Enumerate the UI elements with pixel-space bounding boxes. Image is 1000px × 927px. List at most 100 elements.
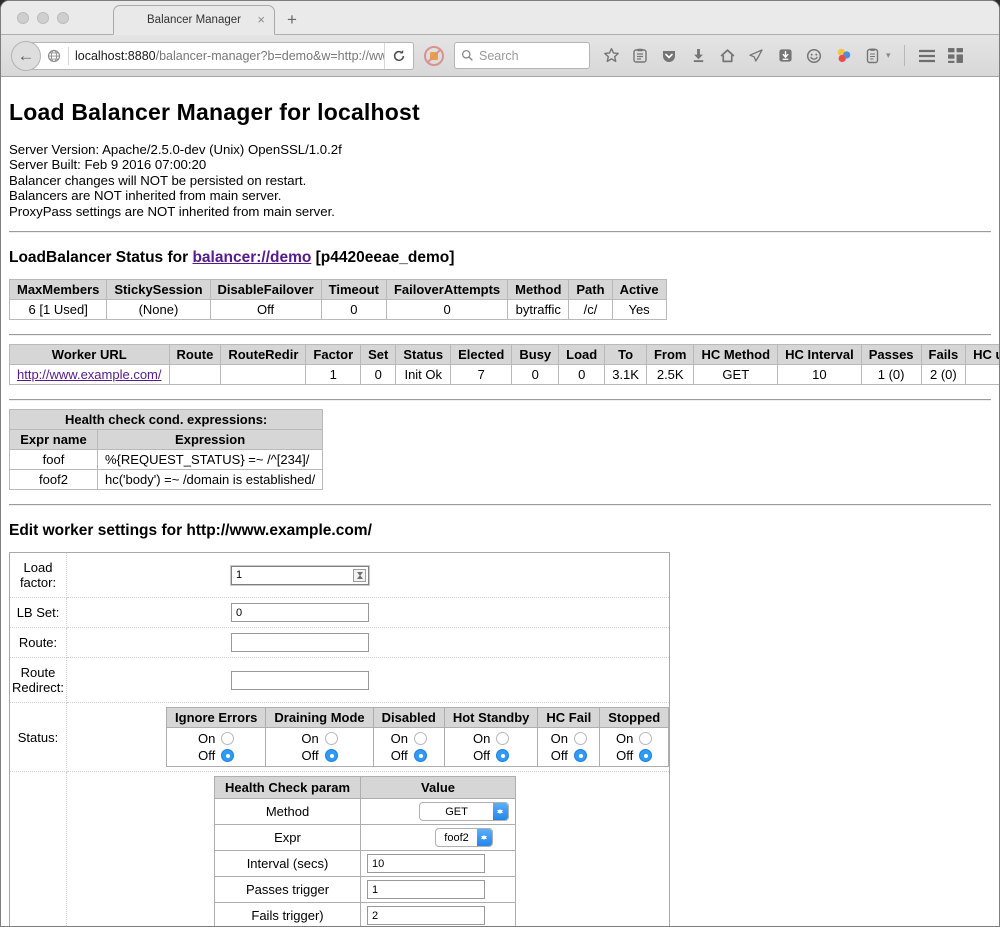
radio-hc-fail-off[interactable] [574, 749, 587, 762]
cell-expr-name: foof2 [10, 470, 98, 490]
radio-stopped-off[interactable] [639, 749, 652, 762]
off-label: Off [551, 747, 568, 764]
page-title: Load Balancer Manager for localhost [9, 77, 991, 126]
on-label: On [301, 730, 318, 747]
cell-set: 0 [361, 365, 396, 385]
interval-input[interactable] [367, 854, 485, 873]
col-hc-value: Value [361, 777, 516, 799]
lb-set-input[interactable] [231, 603, 369, 622]
form-row-status: Status: Ignore Errors Draining Mode Disa… [10, 703, 670, 772]
cell-maxmembers: 6 [1 Used] [10, 300, 107, 320]
bookmark-star-icon[interactable] [602, 47, 620, 65]
radio-hot-standby-off[interactable] [496, 749, 509, 762]
col-from: From [646, 345, 694, 365]
expr-table-title: Health check cond. expressions: [10, 410, 323, 430]
load-factor-label: Load factor: [10, 553, 67, 598]
server-info: Server Version: Apache/2.5.0-dev (Unix) … [9, 142, 991, 219]
off-label: Off [616, 747, 633, 764]
proxypass-note: ProxyPass settings are NOT inherited fro… [9, 204, 991, 219]
route-redirect-input[interactable] [231, 671, 369, 690]
back-arrow-icon: ← [18, 46, 35, 66]
menu-hamburger-icon[interactable] [918, 47, 936, 65]
expr-selected-value: foof2 [436, 832, 477, 844]
radio-stopped-on[interactable] [639, 732, 652, 745]
route-input[interactable] [231, 633, 369, 652]
section-divider [9, 231, 991, 233]
home-icon[interactable] [718, 47, 736, 65]
col-routeredir: RouteRedir [221, 345, 306, 365]
route-redirect-label: Route Redirect: [10, 658, 67, 703]
search-input[interactable]: Search [454, 42, 590, 69]
edit-worker-heading: Edit worker settings for http://www.exam… [9, 522, 991, 540]
expr-label: Expr [215, 825, 361, 851]
pocket-icon[interactable] [660, 47, 678, 65]
hc-row-fails: Fails trigger) [215, 903, 516, 927]
tab-close-icon[interactable]: × [257, 13, 265, 26]
tab-balancer-manager[interactable]: Balancer Manager × [113, 5, 275, 35]
col-elected: Elected [451, 345, 512, 365]
expr-row: foof %{REQUEST_STATUS} =~ /^[234]/ [10, 450, 323, 470]
toolbar-buttons: ▾ [602, 45, 965, 66]
col-disablefailover: DisableFailover [210, 280, 321, 300]
table-row: 6 [1 Used] (None) Off 0 0 bytraffic /c/ … [10, 300, 667, 320]
worker-url-link[interactable]: http://www.example.com/ [17, 367, 162, 382]
zoom-window-button[interactable] [57, 12, 69, 24]
forum-smiley-icon[interactable] [805, 47, 823, 65]
new-tab-button[interactable]: + [287, 10, 297, 30]
worker-status-table: Worker URL Route RouteRedir Factor Set S… [9, 344, 999, 385]
save-page-icon[interactable] [776, 47, 794, 65]
expr-select[interactable]: foof2 [435, 828, 493, 847]
radio-hc-fail-on[interactable] [574, 732, 587, 745]
chevron-down-icon[interactable]: ▾ [886, 50, 891, 61]
passes-input[interactable] [367, 880, 485, 899]
radio-draining-mode-off[interactable] [325, 749, 338, 762]
radio-ignore-errors-on[interactable] [221, 732, 234, 745]
color-picker-icon[interactable] [834, 47, 852, 65]
interval-label: Interval (secs) [215, 851, 361, 877]
fails-input[interactable] [367, 906, 485, 925]
worker-row: http://www.example.com/ 1 0 Init Ok 7 0 … [10, 365, 1000, 385]
off-label: Off [391, 747, 408, 764]
number-stepper-icon[interactable] [353, 569, 366, 582]
cell-hc-uri [966, 365, 999, 385]
url-bar[interactable]: localhost:8880/balancer-manager?b=demo&w… [26, 42, 414, 70]
back-button[interactable]: ← [11, 41, 41, 71]
minimize-window-button[interactable] [37, 12, 49, 24]
status-header-row: Ignore Errors Draining Mode Disabled Hot… [167, 708, 669, 728]
method-select[interactable]: GET [419, 802, 509, 821]
route-label: Route: [10, 628, 67, 658]
balancer-demo-link[interactable]: balancer://demo [192, 249, 311, 266]
downloads-icon[interactable] [689, 47, 707, 65]
radio-ignore-errors-off[interactable] [221, 749, 234, 762]
url-host: localhost:8880 [75, 49, 156, 63]
load-factor-input[interactable] [231, 566, 369, 585]
col-to: To [605, 345, 647, 365]
table-header-row: Expr name Expression [10, 430, 323, 450]
form-row-route: Route: [10, 628, 670, 658]
hc-row-interval: Interval (secs) [215, 851, 516, 877]
send-tab-icon[interactable] [747, 47, 765, 65]
reading-list-icon[interactable] [631, 47, 649, 65]
cell-method: bytraffic [508, 300, 569, 320]
status-radio-row: On Off On Off On Off [167, 728, 669, 767]
reload-button[interactable] [384, 43, 413, 69]
form-row-health-check: Health Check param Value Method GET [10, 772, 670, 927]
browser-window: Balancer Manager × + ← localhost:8880/ba… [0, 0, 1000, 927]
cell-stickysession: (None) [107, 300, 210, 320]
radio-disabled-off[interactable] [414, 749, 427, 762]
col-busy: Busy [512, 345, 559, 365]
cell-to: 3.1K [605, 365, 647, 385]
col-ignore-errors: Ignore Errors [167, 708, 266, 728]
radio-hot-standby-on[interactable] [496, 732, 509, 745]
col-load: Load [559, 345, 605, 365]
on-label: On [198, 730, 215, 747]
tab-groups-icon[interactable] [947, 47, 965, 65]
close-window-button[interactable] [17, 12, 29, 24]
cell-active: Yes [612, 300, 666, 320]
url-text[interactable]: localhost:8880/balancer-manager?b=demo&w… [75, 49, 384, 63]
clipboard-extension-icon[interactable] [863, 47, 881, 65]
radio-draining-mode-on[interactable] [325, 732, 338, 745]
radio-disabled-on[interactable] [414, 732, 427, 745]
adblock-disabled-icon[interactable] [423, 45, 445, 67]
on-label: On [473, 730, 490, 747]
